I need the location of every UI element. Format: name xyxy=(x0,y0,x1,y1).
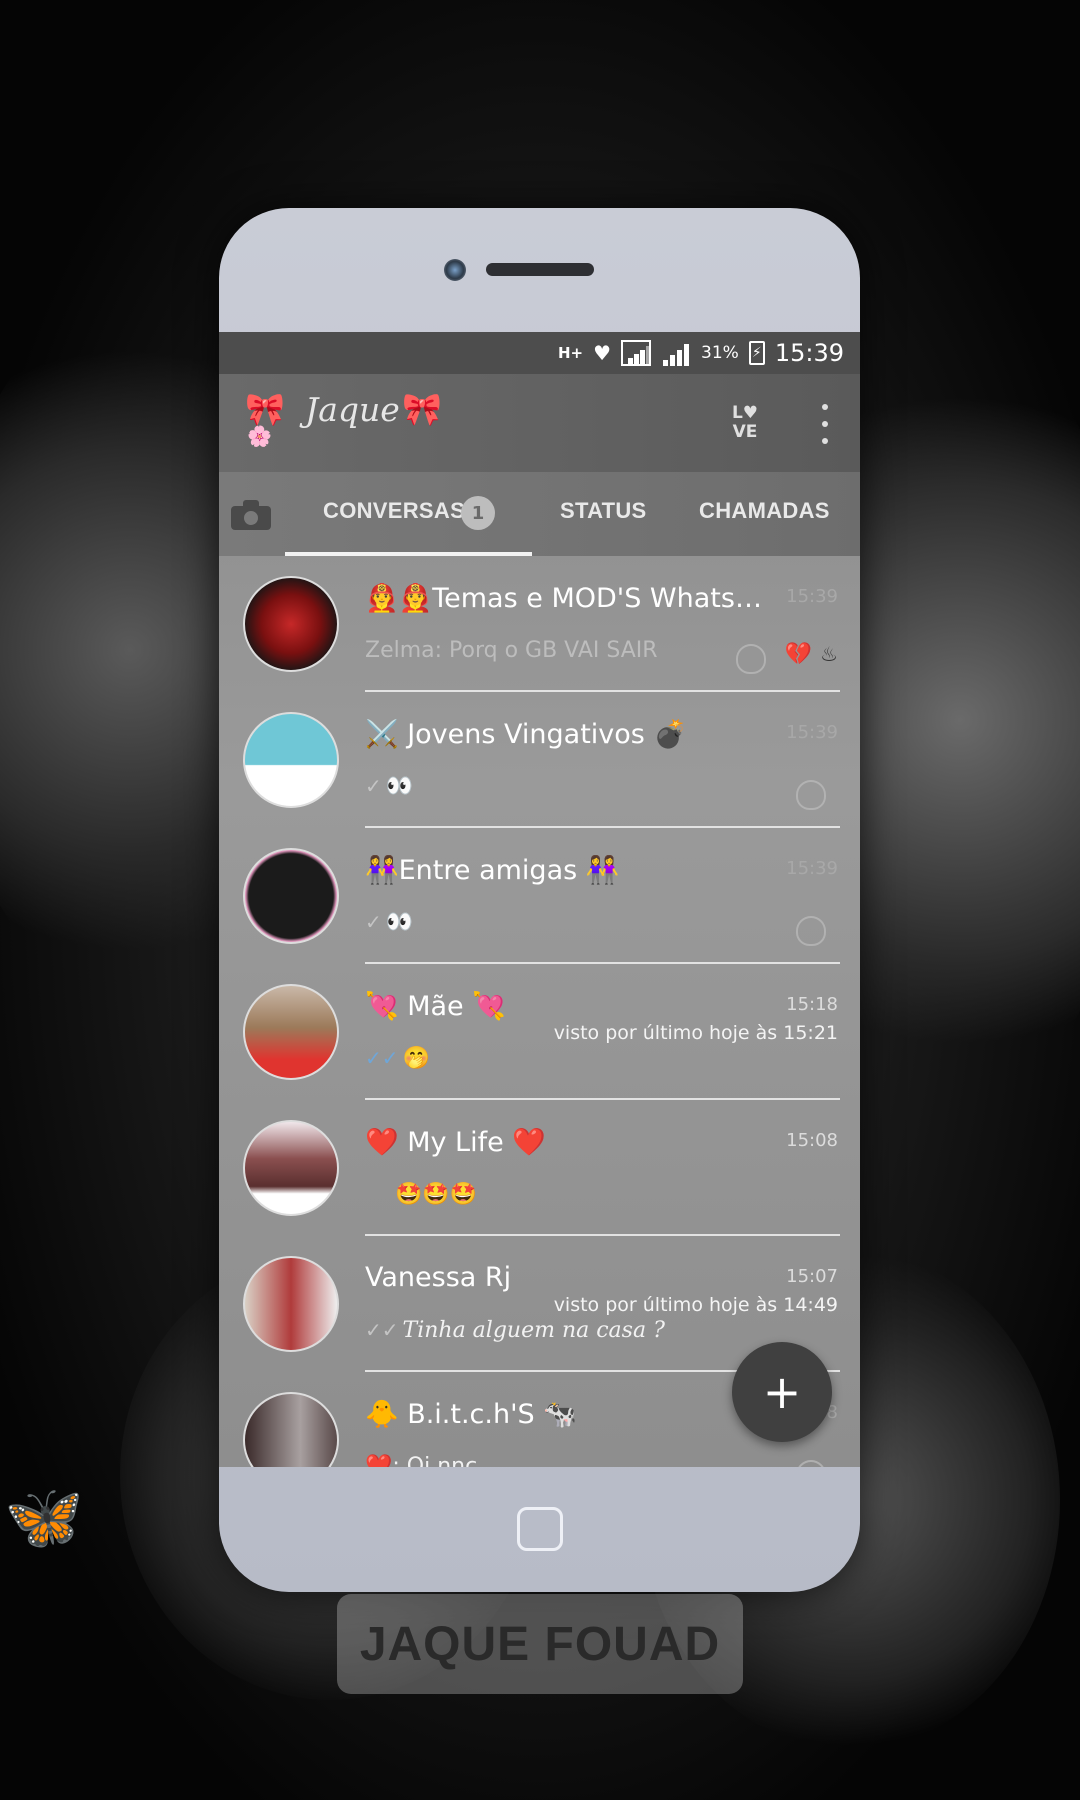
chat-row-entre-amigas[interactable]: 👭Entre amigas 👭 15:39 ✓ 👀 xyxy=(219,828,860,964)
heart-badge-icon: 💔 xyxy=(784,642,812,667)
chat-message-text: 🤭 xyxy=(402,1046,430,1071)
avatar xyxy=(243,576,339,672)
unread-badge: 1 xyxy=(461,496,495,530)
network-type-icon: H+ xyxy=(557,344,584,362)
butterfly-icon: 🦋 xyxy=(4,1481,84,1555)
battery-percent: 31% xyxy=(701,343,739,363)
chat-row-my-life[interactable]: ❤️ My Life ❤️ 15:08 🤩🤩🤩 xyxy=(219,1100,860,1236)
app-bar: 🎀 🌸 Jaque 🎀 L♥ VE xyxy=(219,374,860,472)
chat-message-text: 👀 xyxy=(385,774,414,799)
chat-last-message: ✓ 👀 xyxy=(365,910,413,935)
chat-last-message: Zelma: Porq o GB VAI SAIR xyxy=(365,638,658,663)
status-time: 15:39 xyxy=(774,339,844,367)
chat-time: 15:08 xyxy=(786,1130,838,1151)
speaker-grille xyxy=(486,263,594,276)
sent-check-icon: ✓✓ xyxy=(365,1318,399,1342)
tab-bar: CONVERSAS 1 STATUS CHAMADAS xyxy=(219,472,860,556)
status-bar: H+ ♥ 31% ⚡ 15:39 xyxy=(219,332,860,374)
chat-last-message: ✓✓ Tinha alguem na casa ? xyxy=(365,1318,665,1343)
teddy-bear-icon xyxy=(796,1460,826,1467)
chat-row-mae[interactable]: 💘 Mãe 💘 15:18 visto por último hoje às 1… xyxy=(219,964,860,1100)
chat-name: 👨‍🚒👨‍🚒Temas e MOD'S WhatsA... xyxy=(365,583,775,614)
app-title: Jaque xyxy=(305,390,400,429)
teddy-bear-icon xyxy=(796,916,826,946)
front-camera-icon xyxy=(444,259,466,281)
chat-last-message: ✓ 👀 xyxy=(365,774,413,799)
overflow-menu-icon[interactable] xyxy=(815,404,835,444)
chat-message-text: 👀 xyxy=(385,910,414,935)
chat-name: ❤️ My Life ❤️ xyxy=(365,1127,546,1158)
sent-check-icon: ✓ xyxy=(365,774,382,798)
chat-time: 15:18 xyxy=(786,994,838,1015)
signal-icon-2 xyxy=(661,340,691,366)
teddy-bear-icon xyxy=(736,644,766,674)
chat-last-message: 🤩🤩🤩 xyxy=(395,1182,478,1207)
avatar xyxy=(243,1256,339,1352)
new-chat-fab[interactable]: + xyxy=(732,1342,832,1442)
chat-row-temas[interactable]: 👨‍🚒👨‍🚒Temas e MOD'S WhatsA... 15:39 Zelm… xyxy=(219,556,860,692)
chat-time: 15:07 xyxy=(786,1266,838,1287)
love-icon-bottom: VE xyxy=(732,422,758,442)
chat-time: 15:39 xyxy=(786,722,838,743)
avatar xyxy=(243,712,339,808)
avatar xyxy=(243,984,339,1080)
chat-name: 👭Entre amigas 👭 xyxy=(365,855,620,886)
last-seen-text: visto por último hoje às 15:21 xyxy=(553,1022,838,1044)
flower-icon: 🌸 xyxy=(247,424,272,448)
chat-message-text: Tinha alguem na casa ? xyxy=(402,1318,665,1343)
last-seen-text: visto por último hoje às 14:49 xyxy=(553,1294,838,1316)
phone-screen: H+ ♥ 31% ⚡ 15:39 🎀 🌸 Jaque 🎀 L♥ VE CONVE… xyxy=(219,332,860,1467)
love-icon-top: L♥ xyxy=(731,403,759,423)
teddy-bear-icon xyxy=(796,780,826,810)
avatar xyxy=(243,1120,339,1216)
chat-time: 15:39 xyxy=(786,586,838,607)
chat-name: Vanessa Rj xyxy=(365,1262,512,1293)
read-check-icon: ✓✓ xyxy=(365,1046,399,1070)
home-button[interactable] xyxy=(517,1507,563,1551)
sent-check-icon: ✓ xyxy=(365,910,382,934)
bow-icon-right: 🎀 xyxy=(402,390,442,428)
camera-tab-icon[interactable] xyxy=(231,500,271,530)
heart-notification-icon: ♥ xyxy=(593,341,612,365)
chat-name: 💘 Mãe 💘 xyxy=(365,991,506,1022)
battery-charging-icon: ⚡ xyxy=(748,341,765,365)
mute-icon: ♨ xyxy=(820,642,838,666)
chat-row-jovens[interactable]: ⚔️ Jovens Vingativos 💣 15:39 ✓ 👀 xyxy=(219,692,860,828)
tab-chamadas[interactable]: CHAMADAS xyxy=(699,498,830,524)
chat-time: 15:39 xyxy=(786,858,838,879)
chat-last-message: ❤️: Oi nnc xyxy=(365,1454,478,1467)
watermark: JAQUE FOUAD xyxy=(337,1594,743,1694)
chat-name: 🐥 B.i.t.c.h'S 🐄 xyxy=(365,1399,577,1430)
chat-list: 👨‍🚒👨‍🚒Temas e MOD'S WhatsA... 15:39 Zelm… xyxy=(219,556,860,1467)
tab-status[interactable]: STATUS xyxy=(560,498,647,524)
avatar xyxy=(243,848,339,944)
love-icon[interactable]: L♥ VE xyxy=(727,404,763,444)
chat-name: ⚔️ Jovens Vingativos 💣 xyxy=(365,719,688,750)
signal-icon xyxy=(621,340,652,366)
chat-last-message: ✓✓ 🤭 xyxy=(365,1046,430,1071)
avatar xyxy=(243,1392,339,1467)
tab-conversas[interactable]: CONVERSAS xyxy=(323,498,465,524)
bow-icon: 🎀 xyxy=(245,390,285,428)
